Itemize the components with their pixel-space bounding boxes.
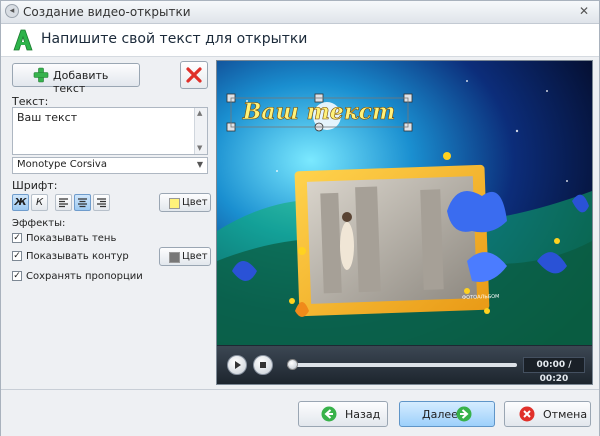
text-color-swatch: [169, 198, 180, 209]
text-input[interactable]: Ваш текст ▲ ▼: [12, 107, 208, 155]
next-label: Далее: [422, 408, 458, 421]
title-bar: ◂ Создание видео-открытки ✕: [1, 1, 599, 24]
add-text-button[interactable]: Добавить текст: [12, 63, 140, 95]
proportions-checkbox[interactable]: ✓ Сохранять пропорции: [12, 271, 143, 282]
cancel-icon: [519, 406, 535, 422]
italic-button[interactable]: К: [31, 194, 48, 211]
card-scene: Ваш текст ФОТОАЛЬБОМ: [217, 61, 592, 345]
proportions-checkbox-box[interactable]: ✓: [12, 271, 22, 281]
play-button[interactable]: [227, 355, 247, 375]
seek-thumb[interactable]: [287, 359, 298, 370]
effects-label: Эффекты:: [12, 218, 66, 229]
font-label: Шрифт:: [12, 179, 58, 192]
timecode: 00:00 / 00:20: [523, 357, 585, 384]
font-select[interactable]: Monotype Corsiva ▼: [12, 157, 208, 174]
delete-icon: [186, 67, 202, 83]
text-color-button[interactable]: Цвет: [159, 193, 211, 212]
outline-checkbox-box[interactable]: ✓: [12, 251, 22, 261]
arrow-right-icon: [456, 406, 472, 422]
page-title: Напишите свой текст для открытки: [41, 31, 308, 47]
cancel-label: Отмена: [543, 408, 588, 421]
text-input-value: Ваш текст: [17, 111, 78, 124]
align-left-icon: [59, 198, 68, 208]
preview-canvas[interactable]: Ваш текст ФОТОАЛЬБОМ: [217, 61, 592, 345]
seek-bar[interactable]: [287, 359, 517, 370]
outline-label: Показывать контур: [26, 251, 129, 262]
stop-icon: [260, 362, 266, 368]
bold-button[interactable]: Ж: [12, 194, 29, 211]
add-text-label: Добавить текст: [53, 69, 109, 95]
next-button[interactable]: Далее: [399, 401, 495, 427]
align-right-icon: [97, 198, 106, 208]
window-title: Создание видео-открытки: [23, 5, 191, 19]
text-color-label: Цвет: [182, 197, 208, 208]
chevron-down-icon: ▼: [196, 160, 203, 169]
cancel-button[interactable]: Отмена: [504, 401, 591, 427]
scroll-down-icon[interactable]: ▼: [197, 144, 202, 152]
arrow-left-icon: [321, 406, 337, 422]
app-window: ◂ Создание видео-открытки ✕ Напишите сво…: [0, 0, 600, 436]
plus-icon: [33, 67, 49, 83]
play-icon: [235, 361, 241, 369]
align-right-button[interactable]: [93, 194, 110, 211]
shadow-label: Показывать тень: [26, 233, 117, 244]
stop-button[interactable]: [253, 355, 273, 375]
step-header: Напишите свой текст для открытки: [1, 24, 599, 57]
align-left-button[interactable]: [55, 194, 72, 211]
app-logo-icon: [13, 29, 33, 51]
proportions-label: Сохранять пропорции: [26, 271, 143, 282]
playback-controls: 00:00 / 00:20: [217, 346, 592, 384]
outline-color-swatch: [169, 252, 180, 263]
align-center-button[interactable]: [74, 194, 91, 211]
app-menu-icon[interactable]: ◂: [5, 4, 19, 18]
shadow-checkbox-box[interactable]: ✓: [12, 233, 22, 243]
outline-color-button[interactable]: Цвет: [159, 247, 211, 266]
close-icon[interactable]: ✕: [577, 4, 591, 18]
scroll-up-icon[interactable]: ▲: [197, 109, 202, 117]
back-button[interactable]: Назад: [298, 401, 388, 427]
delete-text-button[interactable]: [180, 61, 208, 89]
align-center-icon: [78, 198, 87, 208]
shadow-checkbox[interactable]: ✓ Показывать тень: [12, 233, 116, 244]
video-preview: Ваш текст ФОТОАЛЬБОМ 00:00 / 00:20: [216, 60, 593, 385]
font-select-value: Monotype Corsiva: [17, 159, 107, 170]
outline-color-label: Цвет: [182, 251, 208, 262]
overlay-text[interactable]: Ваш текст: [241, 99, 396, 126]
back-label: Назад: [345, 408, 381, 421]
text-settings-panel: Добавить текст Текст: Ваш текст ▲ ▼ Mono…: [1, 57, 213, 387]
text-scrollbar[interactable]: ▲ ▼: [194, 108, 207, 154]
outline-checkbox[interactable]: ✓ Показывать контур: [12, 251, 129, 262]
wizard-footer: Назад Далее Отмена: [1, 389, 599, 436]
